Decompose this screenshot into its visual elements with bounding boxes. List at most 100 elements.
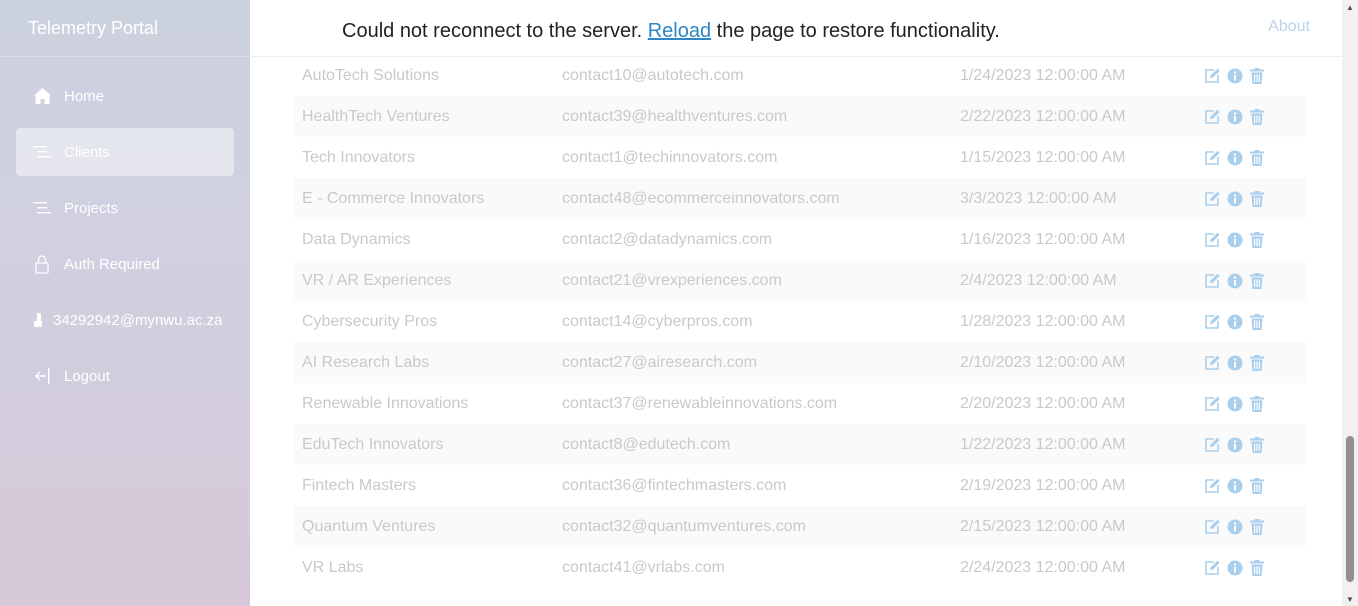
trash-icon[interactable] — [1248, 190, 1265, 207]
client-email: contact36@fintechmasters.com — [562, 476, 787, 494]
trash-icon[interactable] — [1248, 436, 1265, 453]
trash-icon[interactable] — [1248, 272, 1265, 289]
info-icon[interactable] — [1226, 559, 1243, 576]
info-icon[interactable] — [1226, 68, 1243, 85]
sidebar: Telemetry Portal Home Clients Projects A… — [0, 0, 250, 606]
client-name: Data Dynamics — [302, 230, 411, 248]
client-date: 2/22/2023 12:00:00 AM — [960, 107, 1126, 125]
info-icon[interactable] — [1226, 477, 1243, 494]
trash-icon[interactable] — [1248, 518, 1265, 535]
edit-icon[interactable] — [1204, 313, 1221, 330]
row-actions — [1204, 477, 1304, 494]
client-email: contact14@cyberpros.com — [562, 312, 753, 330]
sidebar-item-logout[interactable]: Logout — [16, 352, 234, 400]
edit-icon[interactable] — [1204, 395, 1221, 412]
app: Telemetry Portal Home Clients Projects A… — [0, 0, 1358, 606]
trash-icon[interactable] — [1248, 313, 1265, 330]
sidebar-item-label: Logout — [64, 367, 110, 385]
banner-text-end: the page to restore functionality. — [711, 20, 1000, 42]
edit-icon[interactable] — [1204, 354, 1221, 371]
about-link[interactable]: About — [1268, 18, 1310, 36]
client-name: VR Labs — [302, 558, 364, 576]
scroll-up-arrow-icon[interactable]: ▲ — [1342, 0, 1358, 14]
edit-icon[interactable] — [1204, 231, 1221, 248]
home-icon — [32, 86, 52, 106]
trash-icon[interactable] — [1248, 559, 1265, 576]
info-icon[interactable] — [1226, 313, 1243, 330]
sidebar-item-clients[interactable]: Clients — [16, 128, 234, 176]
edit-icon[interactable] — [1204, 149, 1221, 166]
info-icon[interactable] — [1226, 395, 1243, 412]
sidebar-item-user[interactable]: 34292942@mynwu.ac.za — [16, 296, 234, 344]
row-actions — [1204, 68, 1304, 85]
client-email: contact37@renewableinnovations.com — [562, 394, 838, 412]
edit-icon[interactable] — [1204, 518, 1221, 535]
row-actions — [1204, 436, 1304, 453]
edit-icon[interactable] — [1204, 477, 1221, 494]
clients-table: AutoTech Solutions contact10@autotech.com… — [294, 56, 1306, 588]
info-icon[interactable] — [1226, 272, 1243, 289]
row-actions — [1204, 395, 1304, 412]
client-date: 2/24/2023 12:00:00 AM — [960, 558, 1126, 576]
sidebar-item-projects[interactable]: Projects — [16, 184, 234, 232]
client-email: contact27@airesearch.com — [562, 353, 757, 371]
trash-icon[interactable] — [1248, 149, 1265, 166]
table-row: AutoTech Solutions contact10@autotech.com… — [294, 56, 1306, 96]
edit-icon[interactable] — [1204, 436, 1221, 453]
info-icon[interactable] — [1226, 190, 1243, 207]
table-row: HealthTech Ventures contact39@healthventu… — [294, 96, 1306, 137]
sidebar-item-home[interactable]: Home — [16, 72, 234, 120]
client-email: contact39@healthventures.com — [562, 107, 788, 125]
client-date: 1/16/2023 12:00:00 AM — [960, 230, 1126, 248]
info-icon[interactable] — [1226, 518, 1243, 535]
client-date: 2/15/2023 12:00:00 AM — [960, 517, 1126, 535]
scroll-down-arrow-icon[interactable]: ▼ — [1342, 592, 1358, 606]
client-date: 1/22/2023 12:00:00 AM — [960, 435, 1126, 453]
scrollbar-thumb[interactable] — [1346, 436, 1354, 582]
client-date: 1/24/2023 12:00:00 AM — [960, 67, 1126, 84]
sidebar-nav: Home Clients Projects Auth Required 3429… — [16, 72, 234, 408]
sidebar-item-auth-required[interactable]: Auth Required — [16, 240, 234, 288]
top-bar: Could not reconnect to the server. Reloa… — [250, 0, 1342, 57]
info-icon[interactable] — [1226, 436, 1243, 453]
edit-icon[interactable] — [1204, 272, 1221, 289]
table-row: E - Commerce Innovators contact48@ecommer… — [294, 178, 1306, 219]
trash-icon[interactable] — [1248, 231, 1265, 248]
table-row: VR / AR Experiences contact21@vrexperienc… — [294, 260, 1306, 301]
brand-title[interactable]: Telemetry Portal — [0, 0, 250, 57]
row-actions — [1204, 354, 1304, 371]
table-row: EduTech Innovators contact8@edutech.com 1/… — [294, 424, 1306, 465]
client-email: contact8@edutech.com — [562, 435, 731, 453]
vertical-scrollbar[interactable]: ▲ ▼ — [1342, 0, 1358, 606]
trash-icon[interactable] — [1248, 477, 1265, 494]
trash-icon[interactable] — [1248, 395, 1265, 412]
reload-link[interactable]: Reload — [648, 20, 711, 42]
client-name: E - Commerce Innovators — [302, 189, 485, 207]
client-date: 2/4/2023 12:00:00 AM — [960, 271, 1117, 289]
info-icon[interactable] — [1226, 354, 1243, 371]
table-row: Tech Innovators contact1@techinnovators.c… — [294, 137, 1306, 178]
client-email: contact1@techinnovators.com — [562, 148, 778, 166]
edit-icon[interactable] — [1204, 68, 1221, 85]
client-name: EduTech Innovators — [302, 435, 444, 453]
edit-icon[interactable] — [1204, 559, 1221, 576]
client-name: Tech Innovators — [302, 148, 415, 166]
info-icon[interactable] — [1226, 149, 1243, 166]
info-icon[interactable] — [1226, 231, 1243, 248]
list-icon — [32, 142, 52, 162]
trash-icon[interactable] — [1248, 354, 1265, 371]
banner-text: Could not reconnect to the server. — [342, 20, 648, 42]
trash-icon[interactable] — [1248, 68, 1265, 85]
row-actions — [1204, 190, 1304, 207]
edit-icon[interactable] — [1204, 190, 1221, 207]
table-row: Data Dynamics contact2@datadynamics.com 1/… — [294, 219, 1306, 260]
row-actions — [1204, 518, 1304, 535]
info-icon[interactable] — [1226, 108, 1243, 125]
row-actions — [1204, 559, 1304, 576]
table-row: Renewable Innovations contact37@renewable… — [294, 383, 1306, 424]
client-date: 1/15/2023 12:00:00 AM — [960, 148, 1126, 166]
edit-icon[interactable] — [1204, 108, 1221, 125]
trash-icon[interactable] — [1248, 108, 1265, 125]
client-name: HealthTech Ventures — [302, 107, 450, 125]
client-date: 1/28/2023 12:00:00 AM — [960, 312, 1126, 330]
